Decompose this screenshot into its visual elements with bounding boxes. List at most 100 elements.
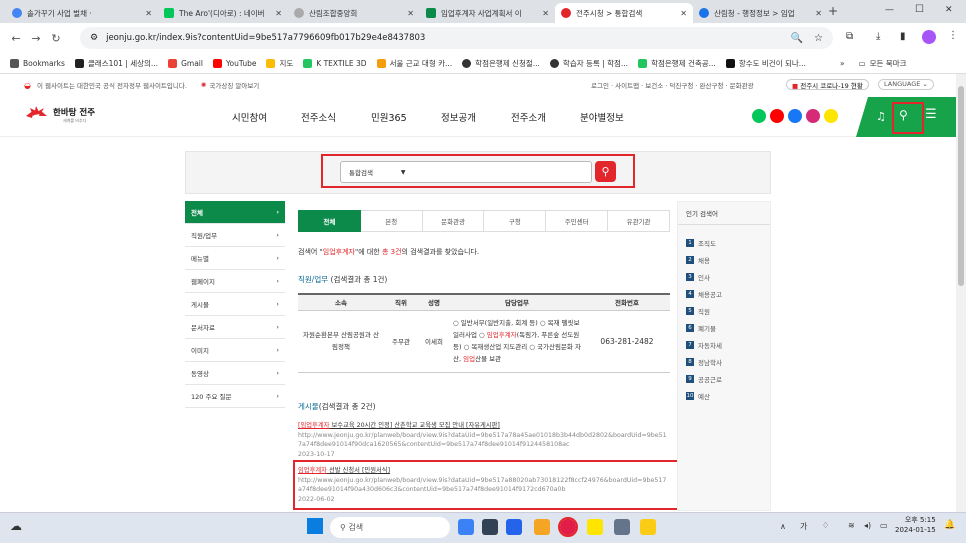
- copilot-icon[interactable]: [458, 519, 474, 535]
- gnb-citizen[interactable]: 시민참여: [232, 110, 267, 124]
- close-icon[interactable]: ✕: [407, 9, 414, 18]
- bookmarks-overflow-button[interactable]: »: [840, 59, 845, 68]
- tab-cityhall[interactable]: 본청: [360, 210, 423, 232]
- browser-tab[interactable]: 임업후계자 사업계획서 이 ✕: [420, 3, 555, 23]
- popular-item[interactable]: 5 직원: [686, 306, 770, 316]
- browser-tab[interactable]: 산림청 - 행정정보 > 임업 ✕: [693, 3, 828, 23]
- instagram-icon[interactable]: [806, 109, 820, 123]
- lnav-video[interactable]: 동영상 ›: [185, 362, 285, 385]
- lnav-docs[interactable]: 문서자료 ›: [185, 316, 285, 339]
- popular-item[interactable]: 9 공공근로: [686, 374, 770, 384]
- lnav-menu[interactable]: 메뉴별 ›: [185, 247, 285, 270]
- gnb-civil[interactable]: 민원365: [371, 110, 407, 124]
- close-icon[interactable]: ✕: [145, 9, 152, 18]
- extensions-icon[interactable]: ⧉: [846, 31, 853, 42]
- language-button[interactable]: LANGUAGE ⌄: [878, 79, 934, 90]
- zoom-icon[interactable]: 🔍: [791, 33, 803, 44]
- keyboard-icon[interactable]: ♢: [822, 521, 829, 530]
- lnav-webpage[interactable]: 웹페이지 ›: [185, 270, 285, 293]
- site-info-icon[interactable]: ⚙: [90, 33, 98, 43]
- utility-links[interactable]: 로그인 · 사이트맵 · 보건소 · 덕진구청 · 완산구청 · 문화관광: [591, 80, 754, 90]
- close-icon[interactable]: ✕: [680, 9, 687, 18]
- wifi-icon[interactable]: ≋: [848, 521, 855, 530]
- profile-avatar[interactable]: [922, 30, 936, 44]
- new-tab-button[interactable]: +: [828, 4, 838, 18]
- tab-gu-office[interactable]: 구청: [484, 210, 547, 232]
- ime-indicator[interactable]: 가: [800, 521, 807, 532]
- taskbar-search[interactable]: ⚲ 검색: [330, 517, 450, 538]
- popular-item[interactable]: 10 예산: [686, 391, 770, 401]
- lnav-images[interactable]: 이미지 ›: [185, 339, 285, 362]
- scrollbar-thumb[interactable]: [958, 86, 964, 286]
- popular-item[interactable]: 7 자동차세: [686, 340, 770, 350]
- kakao-icon[interactable]: [824, 109, 838, 123]
- gnb-news[interactable]: 전주소식: [301, 110, 336, 124]
- facebook-icon[interactable]: [788, 109, 802, 123]
- sidepanel-icon[interactable]: ▮: [900, 31, 906, 42]
- menu-kebab-icon[interactable]: ⋮: [948, 30, 958, 41]
- youtube-icon[interactable]: [770, 109, 784, 123]
- browser-tab-active[interactable]: 전주시청 > 통합검색 ✕: [555, 3, 693, 23]
- kakaotalk-icon[interactable]: [587, 519, 603, 535]
- notes-icon[interactable]: [640, 519, 656, 535]
- gov-check-link[interactable]: 국가상징 알아보기: [209, 80, 259, 90]
- minimize-button[interactable]: —: [885, 5, 894, 15]
- tab-affiliates[interactable]: 유관기관: [608, 210, 670, 232]
- windows-start-icon[interactable]: [307, 518, 323, 534]
- close-icon[interactable]: ✕: [275, 9, 282, 18]
- bookmark-item[interactable]: 학점은행제 건축공...: [638, 58, 716, 69]
- explorer-icon[interactable]: [534, 519, 550, 535]
- notification-icon[interactable]: ♫: [876, 110, 886, 123]
- gnb-about[interactable]: 전주소개: [511, 110, 546, 124]
- covid-status-button[interactable]: ■ 전주시 코로나-19 현황: [786, 79, 869, 90]
- tab-community-center[interactable]: 주민센터: [546, 210, 609, 232]
- window-close-button[interactable]: ✕: [945, 5, 953, 15]
- post-title-link[interactable]: [임업후계자 보수교육 20시간 인정] 산촌학교 교육생 모집 안내 [자유게…: [298, 421, 670, 431]
- lnav-all[interactable]: 전체 ›: [185, 201, 285, 224]
- close-icon[interactable]: ✕: [815, 9, 822, 18]
- browser-tab[interactable]: The Aro'(디아로) : 네이버 ✕: [158, 3, 288, 23]
- bookmark-item[interactable]: 학점은행제 신청절...: [462, 58, 540, 69]
- blog-icon[interactable]: [752, 109, 766, 123]
- bookmark-item[interactable]: Bookmarks: [10, 59, 65, 68]
- notification-bell-icon[interactable]: 🔔: [944, 520, 955, 530]
- gnb-info[interactable]: 정보공개: [441, 110, 476, 124]
- weather-icon[interactable]: ☁: [10, 519, 22, 533]
- lnav-board[interactable]: 게시물 ›: [185, 293, 285, 316]
- battery-icon[interactable]: ▭: [880, 521, 888, 530]
- browser-tab[interactable]: 산림조합중앙회 ✕: [288, 3, 420, 23]
- lnav-staff[interactable]: 직원/업무 ›: [185, 224, 285, 247]
- reload-icon[interactable]: ↻: [46, 32, 66, 45]
- bookmark-item[interactable]: 지도: [266, 58, 293, 69]
- bookmark-item[interactable]: 서울 근교 대형 카...: [376, 58, 452, 69]
- back-icon[interactable]: ←: [6, 32, 26, 45]
- bookmark-item[interactable]: K TEXTILE 3D: [303, 59, 367, 68]
- chrome-icon[interactable]: [558, 517, 578, 537]
- menu-icon[interactable]: ☰: [925, 107, 937, 122]
- browser-tab[interactable]: 솔가꾸기 사업 벌채 · ✕: [6, 3, 158, 23]
- bookmark-item[interactable]: YouTube: [212, 59, 256, 68]
- tray-chevron-icon[interactable]: ∧: [780, 522, 786, 531]
- close-icon[interactable]: ✕: [542, 9, 549, 18]
- taskview-icon[interactable]: [482, 519, 498, 535]
- jeonju-logo[interactable]: [24, 104, 49, 124]
- bookmark-item[interactable]: Gmail: [168, 59, 203, 68]
- volume-icon[interactable]: ◂): [864, 521, 871, 530]
- app-icon[interactable]: [614, 519, 630, 535]
- popular-item[interactable]: 2 채용: [686, 255, 770, 265]
- address-bar[interactable]: ⚙ jeonju.go.kr/index.9is?contentUid=9be5…: [80, 27, 833, 49]
- all-bookmarks-link[interactable]: 모든 북마크: [870, 58, 907, 69]
- download-icon[interactable]: ⤓: [876, 31, 880, 42]
- popular-item[interactable]: 4 채용공고: [686, 289, 770, 299]
- bookmark-item[interactable]: 항수도 비건이 되나...: [725, 58, 806, 69]
- clock[interactable]: 오후 5:15 2024-01-15: [895, 515, 936, 535]
- post-url[interactable]: http://www.jeonju.go.kr/planweb/board/vi…: [298, 431, 670, 450]
- bookmark-item[interactable]: 클래스101 | 세상의...: [74, 58, 158, 69]
- lnav-faq[interactable]: 120 주요 질문 ›: [185, 385, 285, 408]
- gnb-sectors[interactable]: 분야별정보: [580, 110, 624, 124]
- tab-all[interactable]: 전체: [298, 210, 361, 232]
- tab-culture[interactable]: 문화관광: [422, 210, 485, 232]
- popular-item[interactable]: 1 조직도: [686, 238, 770, 248]
- maximize-button[interactable]: ☐: [915, 4, 924, 15]
- edge-icon[interactable]: [506, 519, 522, 535]
